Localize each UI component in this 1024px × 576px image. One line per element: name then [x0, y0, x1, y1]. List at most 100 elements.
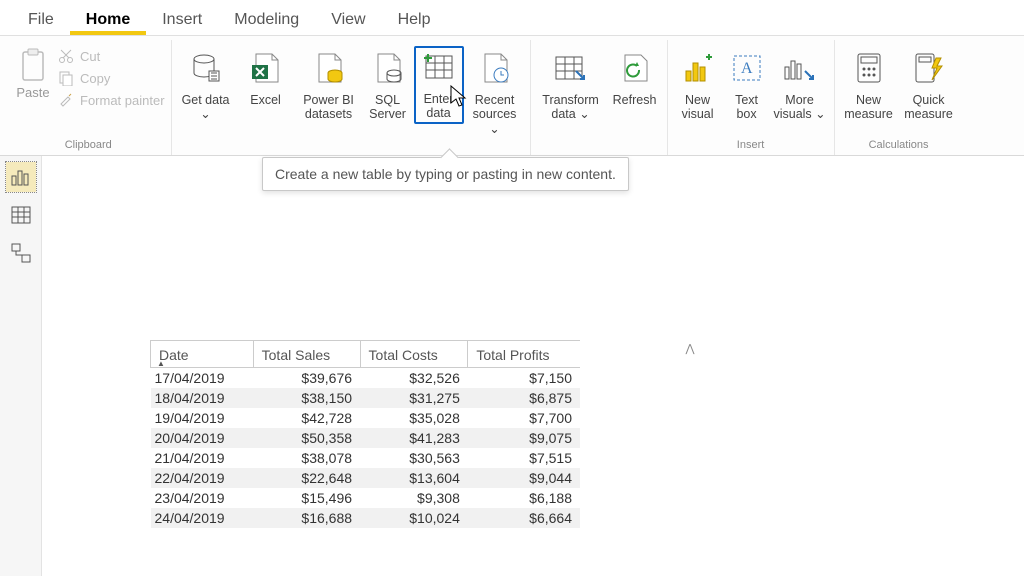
- table-cell: $16,688: [253, 508, 360, 528]
- table-cell: 24/04/2019: [151, 508, 254, 528]
- sql-server-button[interactable]: SQL Server: [362, 46, 414, 126]
- pbi-datasets-label: Power BI datasets: [299, 93, 359, 123]
- table-cell: $42,728: [253, 408, 360, 428]
- cut-label: Cut: [80, 49, 100, 64]
- model-view-icon: [11, 243, 31, 263]
- report-view-button[interactable]: [6, 162, 36, 192]
- table-visual[interactable]: ⋀ DateTotal SalesTotal CostsTotal Profit…: [150, 340, 650, 528]
- recent-sources-button[interactable]: Recent sources ⌄: [464, 46, 526, 139]
- tab-file[interactable]: File: [12, 3, 70, 35]
- data-view-button[interactable]: [6, 200, 36, 230]
- tab-help[interactable]: Help: [382, 3, 447, 35]
- table-cell: $7,150: [468, 368, 580, 389]
- excel-button[interactable]: Excel: [236, 46, 296, 126]
- paste-button[interactable]: Paste: [10, 46, 56, 102]
- recent-icon: [475, 49, 515, 87]
- table-row[interactable]: 17/04/2019$39,676$32,526$7,150: [151, 368, 581, 389]
- format-painter-button[interactable]: Format painter: [58, 92, 165, 108]
- table-cell: $41,283: [360, 428, 468, 448]
- transform-label: Transform data ⌄: [538, 93, 604, 123]
- view-switcher: [0, 156, 42, 576]
- table-row[interactable]: 22/04/2019$22,648$13,604$9,044: [151, 468, 581, 488]
- column-header[interactable]: Total Sales: [253, 341, 360, 368]
- table-cell: $10,024: [360, 508, 468, 528]
- report-view-icon: [11, 168, 31, 186]
- table-cell: 20/04/2019: [151, 428, 254, 448]
- table-cell: $9,044: [468, 468, 580, 488]
- copy-button[interactable]: Copy: [58, 70, 165, 86]
- group-insert: New visual A Text box More visuals ⌄ Ins…: [668, 40, 835, 155]
- table-cell: 23/04/2019: [151, 488, 254, 508]
- model-view-button[interactable]: [6, 238, 36, 268]
- format-painter-label: Format painter: [80, 93, 165, 108]
- excel-icon: [246, 49, 286, 87]
- group-label-calculations: Calculations: [839, 137, 959, 155]
- table-cell: $35,028: [360, 408, 468, 428]
- table-row[interactable]: 20/04/2019$50,358$41,283$9,075: [151, 428, 581, 448]
- table-cell: $50,358: [253, 428, 360, 448]
- table-row[interactable]: 23/04/2019$15,496$9,308$6,188: [151, 488, 581, 508]
- table-cell: 21/04/2019: [151, 448, 254, 468]
- enter-data-button[interactable]: Enter data: [414, 46, 464, 124]
- table-cell: $6,188: [468, 488, 580, 508]
- transform-data-button[interactable]: Transform data ⌄: [535, 46, 607, 126]
- quick-measure-button[interactable]: Quick measure: [899, 46, 959, 126]
- copy-label: Copy: [80, 71, 110, 86]
- clipboard-icon: [19, 48, 47, 85]
- table-cell: $13,604: [360, 468, 468, 488]
- table-cell: 18/04/2019: [151, 388, 254, 408]
- group-clipboard: Paste Cut Copy Format painter Clipboard: [6, 40, 172, 155]
- pbi-datasets-button[interactable]: Power BI datasets: [296, 46, 362, 126]
- excel-label: Excel: [250, 93, 281, 123]
- new-measure-label: New measure: [842, 93, 896, 123]
- table-cell: $9,075: [468, 428, 580, 448]
- table-cell: $32,526: [360, 368, 468, 389]
- tab-view[interactable]: View: [315, 3, 381, 35]
- table-cell: $9,308: [360, 488, 468, 508]
- recent-label: Recent sources ⌄: [467, 93, 523, 136]
- refresh-button[interactable]: Refresh: [607, 46, 663, 126]
- group-data: Get data ⌄ Excel Power BI datasets SQL S…: [172, 40, 531, 155]
- table-cell: 19/04/2019: [151, 408, 254, 428]
- new-visual-button[interactable]: New visual: [672, 46, 724, 126]
- group-label-data: [176, 139, 526, 157]
- table-cell: $6,875: [468, 388, 580, 408]
- group-label-clipboard: Clipboard: [10, 137, 167, 155]
- sql-icon: [368, 49, 408, 87]
- tab-insert[interactable]: Insert: [146, 3, 218, 35]
- group-queries: Transform data ⌄ Refresh: [531, 40, 668, 155]
- pbi-datasets-icon: [309, 49, 349, 87]
- transform-icon: [551, 49, 591, 87]
- table-row[interactable]: 19/04/2019$42,728$35,028$7,700: [151, 408, 581, 428]
- tab-modeling[interactable]: Modeling: [218, 3, 315, 35]
- table-cell: $7,700: [468, 408, 580, 428]
- table-cell: $15,496: [253, 488, 360, 508]
- copy-icon: [58, 70, 74, 86]
- column-header[interactable]: Date: [151, 341, 254, 368]
- cut-button[interactable]: Cut: [58, 48, 165, 64]
- new-measure-button[interactable]: New measure: [839, 46, 899, 126]
- table-cell: $7,515: [468, 448, 580, 468]
- get-data-button[interactable]: Get data ⌄: [176, 46, 236, 126]
- text-box-button[interactable]: A Text box: [724, 46, 770, 126]
- column-header[interactable]: Total Profits: [468, 341, 580, 368]
- quick-measure-icon: [909, 49, 949, 87]
- table-cell: $31,275: [360, 388, 468, 408]
- data-view-icon: [11, 206, 31, 224]
- quick-measure-label: Quick measure: [902, 93, 956, 123]
- table-row[interactable]: 21/04/2019$38,078$30,563$7,515: [151, 448, 581, 468]
- more-visuals-button[interactable]: More visuals ⌄: [770, 46, 830, 126]
- brush-icon: [58, 92, 74, 108]
- tooltip-enter-data: Create a new table by typing or pasting …: [262, 157, 629, 191]
- tab-home[interactable]: Home: [70, 3, 146, 35]
- table-row[interactable]: 18/04/2019$38,150$31,275$6,875: [151, 388, 581, 408]
- column-header[interactable]: Total Costs: [360, 341, 468, 368]
- table-cell: $30,563: [360, 448, 468, 468]
- enter-data-label: Enter data: [416, 92, 462, 122]
- table-row[interactable]: 24/04/2019$16,688$10,024$6,664: [151, 508, 581, 528]
- paste-label: Paste: [16, 85, 49, 100]
- group-calculations: New measure Quick measure Calculations: [835, 40, 963, 155]
- scroll-up-icon[interactable]: ⋀: [682, 340, 698, 356]
- refresh-icon: [615, 49, 655, 87]
- new-visual-label: New visual: [675, 93, 721, 123]
